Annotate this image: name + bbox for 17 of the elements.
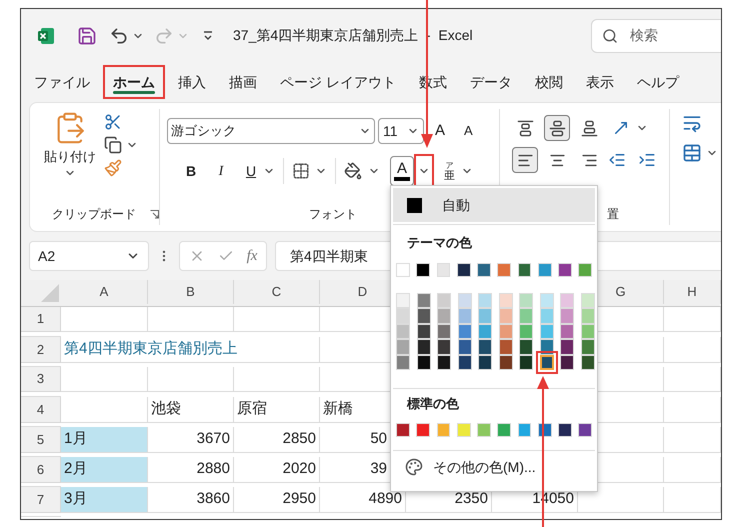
table-cell: 池袋: [148, 397, 234, 424]
title-cell: 第4四半期東京店舗別売上: [61, 337, 320, 364]
table-cell: 3860: [148, 487, 234, 514]
group-label: フォント: [309, 206, 357, 223]
table-cell: 1月: [61, 427, 148, 454]
group-label: 置: [607, 206, 619, 223]
table-cell: 2020: [234, 457, 320, 484]
table-cell: 2850: [234, 427, 320, 454]
table-cell: 2880: [148, 457, 234, 484]
table-cell: 原宿: [234, 397, 320, 424]
table-cell: 3670: [148, 427, 234, 454]
section-label: 標準の色: [406, 395, 460, 413]
table-cell: 3月: [61, 487, 148, 514]
table-cell: 2月: [61, 457, 148, 484]
section-label: テーマの色: [406, 234, 473, 252]
group-label: クリップボード: [52, 206, 136, 223]
table-cell: 2950: [234, 487, 320, 514]
